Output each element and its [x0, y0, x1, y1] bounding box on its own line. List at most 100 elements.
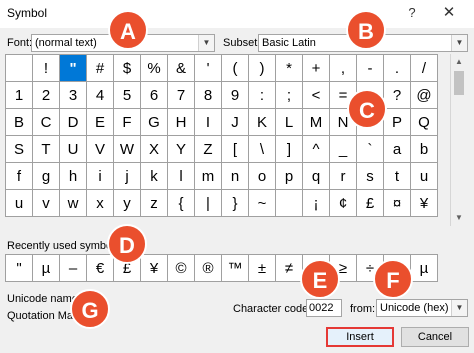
symbol-cell[interactable]: B	[6, 109, 33, 136]
symbol-cell[interactable]	[276, 190, 303, 217]
symbol-cell[interactable]: 3	[60, 82, 87, 109]
symbol-cell[interactable]: l	[168, 163, 195, 190]
symbol-cell[interactable]: \	[249, 136, 276, 163]
character-code-field[interactable]: 0022	[306, 299, 342, 317]
symbol-cell[interactable]: h	[60, 163, 87, 190]
symbol-cell[interactable]: w	[60, 190, 87, 217]
symbol-cell[interactable]: C	[33, 109, 60, 136]
symbol-cell[interactable]: "	[60, 55, 87, 82]
symbol-cell[interactable]: -	[357, 55, 384, 82]
symbol-cell[interactable]: ?	[384, 82, 411, 109]
symbol-cell[interactable]: 2	[33, 82, 60, 109]
recent-symbol-cell[interactable]: ®	[195, 255, 222, 282]
symbol-cell[interactable]: H	[168, 109, 195, 136]
symbol-cell[interactable]: [	[222, 136, 249, 163]
symbol-cell[interactable]: `	[357, 136, 384, 163]
symbol-cell[interactable]: ¤	[384, 190, 411, 217]
symbol-cell[interactable]: q	[303, 163, 330, 190]
scroll-thumb[interactable]	[454, 71, 464, 95]
symbol-cell[interactable]: y	[114, 190, 141, 217]
symbol-cell[interactable]: i	[87, 163, 114, 190]
symbol-cell[interactable]: W	[114, 136, 141, 163]
symbol-cell[interactable]: £	[357, 190, 384, 217]
symbol-cell[interactable]: |	[195, 190, 222, 217]
symbol-cell[interactable]: }	[222, 190, 249, 217]
symbol-cell[interactable]: )	[249, 55, 276, 82]
symbol-cell[interactable]: S	[6, 136, 33, 163]
symbol-cell[interactable]: b	[411, 136, 438, 163]
recent-symbol-cell[interactable]: µ	[411, 255, 438, 282]
symbol-cell[interactable]: V	[87, 136, 114, 163]
symbol-cell[interactable]: u	[6, 190, 33, 217]
symbol-cell[interactable]: U	[60, 136, 87, 163]
recent-symbol-cell[interactable]: "	[6, 255, 33, 282]
symbol-cell[interactable]: 1	[6, 82, 33, 109]
symbol-cell[interactable]: @	[411, 82, 438, 109]
symbol-cell[interactable]: *	[276, 55, 303, 82]
symbol-cell[interactable]	[6, 55, 33, 82]
symbol-cell[interactable]: x	[87, 190, 114, 217]
symbol-cell[interactable]: M	[303, 109, 330, 136]
chevron-down-icon[interactable]: ▼	[198, 35, 214, 51]
symbol-cell[interactable]: <	[303, 82, 330, 109]
symbol-cell[interactable]: X	[141, 136, 168, 163]
scroll-up-icon[interactable]: ▲	[451, 54, 467, 70]
symbol-cell[interactable]: #	[87, 55, 114, 82]
symbol-scrollbar[interactable]: ▲ ▼	[450, 54, 467, 226]
symbol-cell[interactable]: 4	[87, 82, 114, 109]
close-icon[interactable]: ✕	[439, 4, 459, 22]
symbol-cell[interactable]: ]	[276, 136, 303, 163]
symbol-cell[interactable]: '	[195, 55, 222, 82]
symbol-cell[interactable]: $	[114, 55, 141, 82]
symbol-cell[interactable]: %	[141, 55, 168, 82]
symbol-cell[interactable]: 7	[168, 82, 195, 109]
symbol-cell[interactable]: ¢	[330, 190, 357, 217]
symbol-cell[interactable]: .	[384, 55, 411, 82]
symbol-cell[interactable]: ~	[249, 190, 276, 217]
symbol-cell[interactable]: ¡	[303, 190, 330, 217]
symbol-cell[interactable]: j	[114, 163, 141, 190]
symbol-cell[interactable]: &	[168, 55, 195, 82]
symbol-cell[interactable]: (	[222, 55, 249, 82]
recent-symbol-cell[interactable]: ¥	[141, 255, 168, 282]
symbol-cell[interactable]: k	[141, 163, 168, 190]
symbol-cell[interactable]: /	[411, 55, 438, 82]
symbol-cell[interactable]: g	[33, 163, 60, 190]
recent-symbol-cell[interactable]: ©	[168, 255, 195, 282]
recent-symbol-cell[interactable]: µ	[33, 255, 60, 282]
symbol-cell[interactable]: Y	[168, 136, 195, 163]
symbol-cell[interactable]: {	[168, 190, 195, 217]
symbol-cell[interactable]: E	[87, 109, 114, 136]
symbol-cell[interactable]: 8	[195, 82, 222, 109]
recent-symbol-cell[interactable]: ≠	[276, 255, 303, 282]
symbol-cell[interactable]: T	[33, 136, 60, 163]
symbol-cell[interactable]: z	[141, 190, 168, 217]
symbol-cell[interactable]: ^	[303, 136, 330, 163]
symbol-cell[interactable]: o	[249, 163, 276, 190]
recent-symbol-cell[interactable]: ™	[222, 255, 249, 282]
help-icon[interactable]: ?	[402, 4, 422, 22]
symbol-cell[interactable]: L	[276, 109, 303, 136]
symbol-cell[interactable]: 5	[114, 82, 141, 109]
symbol-cell[interactable]: p	[276, 163, 303, 190]
symbol-cell[interactable]: G	[141, 109, 168, 136]
symbol-cell[interactable]: Q	[411, 109, 438, 136]
symbol-cell[interactable]: J	[222, 109, 249, 136]
cancel-button[interactable]: Cancel	[401, 327, 469, 347]
symbol-cell[interactable]: Z	[195, 136, 222, 163]
chevron-down-icon[interactable]: ▼	[451, 35, 467, 51]
symbol-cell[interactable]: t	[384, 163, 411, 190]
symbol-cell[interactable]: K	[249, 109, 276, 136]
symbol-cell[interactable]: _	[330, 136, 357, 163]
symbol-cell[interactable]: !	[33, 55, 60, 82]
symbol-cell[interactable]: r	[330, 163, 357, 190]
symbol-cell[interactable]: :	[249, 82, 276, 109]
symbol-cell[interactable]: ;	[276, 82, 303, 109]
symbol-cell[interactable]: 6	[141, 82, 168, 109]
symbol-cell[interactable]: P	[384, 109, 411, 136]
symbol-cell[interactable]: a	[384, 136, 411, 163]
recent-symbol-cell[interactable]: –	[60, 255, 87, 282]
symbol-cell[interactable]: D	[60, 109, 87, 136]
symbol-cell[interactable]: u	[411, 163, 438, 190]
recent-symbol-cell[interactable]: €	[87, 255, 114, 282]
